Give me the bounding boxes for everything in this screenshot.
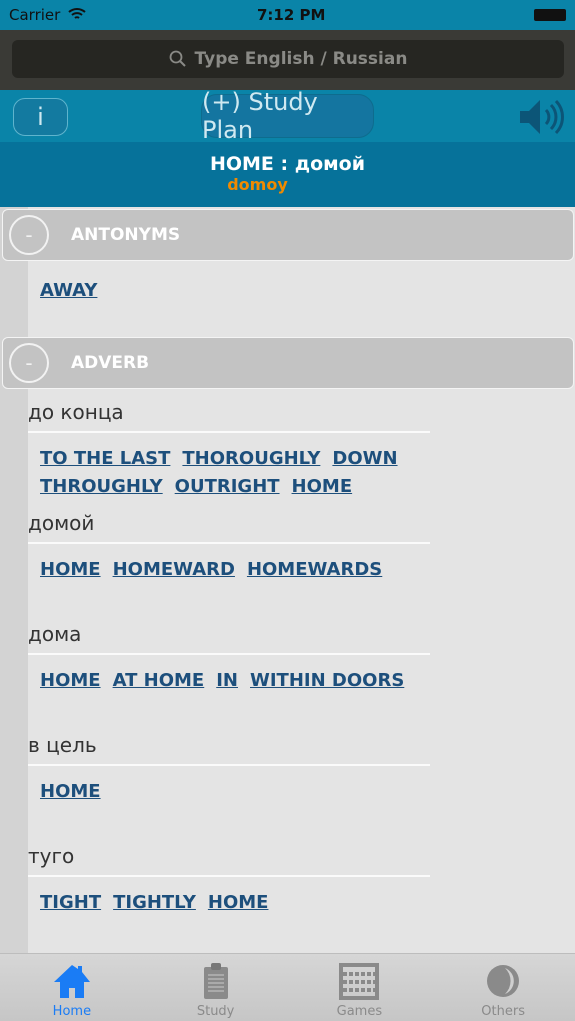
battery-icon xyxy=(534,9,566,21)
word-title: HOME : домой xyxy=(209,153,366,175)
word-link[interactable]: OUTRIGHT xyxy=(175,475,280,499)
word-link[interactable]: HOME xyxy=(208,891,269,915)
toolbar: i (+) Study Plan xyxy=(0,88,575,144)
link-row: TO THE LAST THOROUGHLY DOWN THROUGHLY OUTRIG… xyxy=(40,447,440,499)
home-icon xyxy=(53,965,90,998)
search-icon xyxy=(169,50,186,67)
collapse-button[interactable]: - xyxy=(9,343,49,383)
link-row: TIGHT TIGHTLY HOME xyxy=(40,891,440,915)
status-bar: Carrier 7:12 PM xyxy=(0,0,575,30)
word-link[interactable]: AWAY xyxy=(40,279,97,303)
word-link[interactable]: IN xyxy=(216,669,238,693)
moon-icon xyxy=(487,965,520,997)
tab-home[interactable]: Home xyxy=(0,954,144,1021)
word-link[interactable]: HOME xyxy=(40,558,101,582)
search-placeholder: Type English / Russian xyxy=(194,49,408,69)
word-link[interactable]: TIGHTLY xyxy=(113,891,196,915)
carrier-label: Carrier xyxy=(9,6,61,24)
link-row: AWAY xyxy=(40,279,440,303)
word-link[interactable]: TO THE LAST xyxy=(40,447,170,471)
speaker-icon[interactable] xyxy=(518,98,568,136)
word-link[interactable]: WITHIN DOORS xyxy=(250,669,404,693)
section-label: ADVERB xyxy=(71,353,150,373)
search-input[interactable]: Type English / Russian xyxy=(12,40,564,78)
clipboard-icon xyxy=(203,963,228,999)
tab-label: Games xyxy=(336,1004,383,1019)
link-row: HOME HOMEWARD HOMEWARDS xyxy=(40,558,440,582)
word-link[interactable]: HOME xyxy=(292,475,353,499)
link-row: HOME xyxy=(40,780,440,804)
clock: 7:12 PM xyxy=(257,6,326,24)
section-adverb[interactable]: - ADVERB xyxy=(2,337,574,389)
tab-games[interactable]: Games xyxy=(288,954,432,1021)
word-header: HOME : домой domoy xyxy=(0,142,575,207)
word-link[interactable]: THROUGHLY xyxy=(40,475,163,499)
tab-label: Others xyxy=(481,1004,525,1019)
russian-translation: в цель xyxy=(28,733,97,757)
section-label: ANTONYMS xyxy=(71,225,181,245)
section-antonyms[interactable]: - ANTONYMS xyxy=(2,209,574,261)
word-link[interactable]: DOWN xyxy=(332,447,397,471)
divider xyxy=(28,764,430,766)
russian-translation: дома xyxy=(28,622,82,646)
tab-study[interactable]: Study xyxy=(144,954,288,1021)
divider xyxy=(28,875,430,877)
tab-label: Home xyxy=(52,1004,92,1019)
word-link[interactable]: HOMEWARDS xyxy=(247,558,382,582)
word-link[interactable]: HOME xyxy=(40,669,101,693)
russian-translation: домой xyxy=(28,511,95,535)
word-link[interactable]: TIGHT xyxy=(40,891,101,915)
divider xyxy=(28,431,430,433)
tab-label: Study xyxy=(196,1004,235,1019)
study-plan-button[interactable]: (+) Study Plan xyxy=(201,88,374,144)
tab-bar: Home Study Games Others xyxy=(0,953,575,1021)
word-link[interactable]: AT HOME xyxy=(113,669,205,693)
left-gutter xyxy=(0,207,28,953)
transliteration: domoy xyxy=(227,175,288,194)
link-row: HOME AT HOME IN WITHIN DOORS xyxy=(40,669,440,693)
word-link[interactable]: HOMEWARD xyxy=(113,558,235,582)
word-link[interactable]: HOME xyxy=(40,780,101,804)
russian-translation: туго xyxy=(28,844,75,868)
divider xyxy=(28,542,430,544)
tab-others[interactable]: Others xyxy=(431,954,575,1021)
abacus-icon xyxy=(339,963,380,1000)
word-link[interactable]: THOROUGHLY xyxy=(182,447,320,471)
wifi-icon xyxy=(68,8,86,19)
russian-translation: до конца xyxy=(28,400,124,424)
divider xyxy=(28,653,430,655)
collapse-button[interactable]: - xyxy=(9,215,49,255)
info-button[interactable]: i xyxy=(13,98,68,136)
